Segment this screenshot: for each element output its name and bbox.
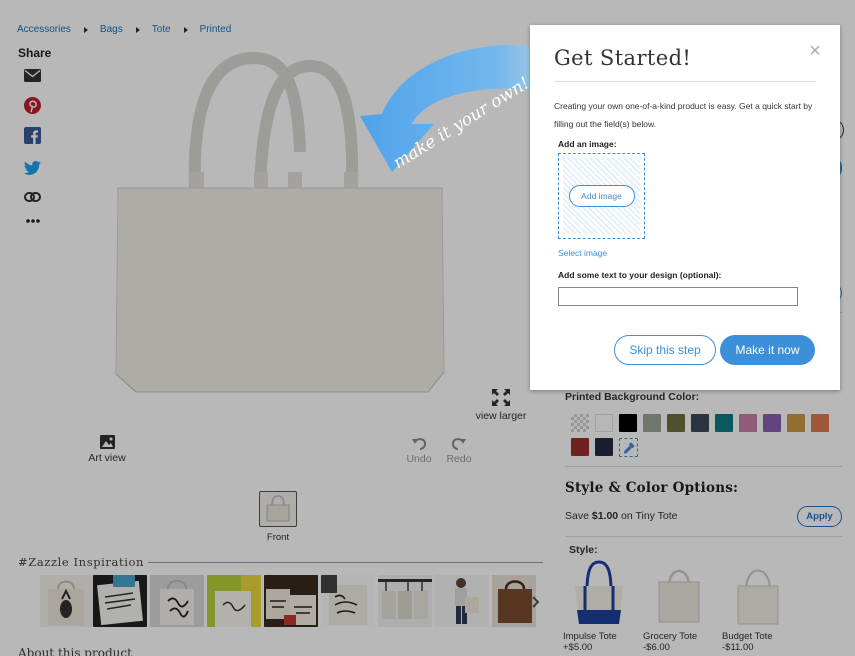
make-it-your-own-arrow: make it your own! [330, 42, 544, 182]
add-image-button[interactable]: Add image [568, 185, 635, 207]
image-drop-zone[interactable]: Add image [558, 153, 645, 239]
get-started-modal: Get Started! × Creating your own one-of-… [530, 25, 840, 390]
product-page: Accessories Bags Tote Printed Share Art … [0, 0, 855, 656]
close-icon[interactable]: × [807, 41, 823, 61]
select-image-link[interactable]: Select image [558, 248, 607, 258]
modal-description: Creating your own one-of-a-kind product … [554, 101, 813, 129]
modal-divider [554, 81, 816, 82]
add-text-label: Add some text to your design (optional): [558, 270, 722, 280]
skip-step-button[interactable]: Skip this step [614, 335, 716, 365]
design-text-input[interactable] [558, 287, 798, 306]
image-placeholder: Add image [563, 158, 640, 234]
add-image-label: Add an image: [558, 139, 617, 149]
modal-title: Get Started! [554, 46, 692, 70]
make-it-now-button[interactable]: Make it now [720, 335, 815, 365]
